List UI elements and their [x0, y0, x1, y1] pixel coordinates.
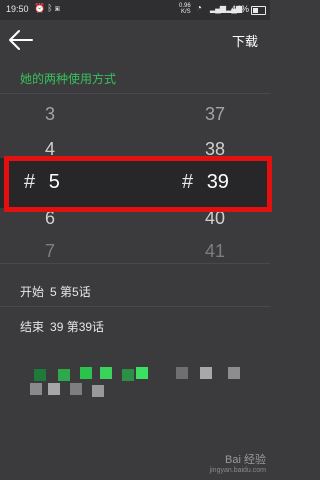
pixel-block — [34, 369, 46, 381]
divider — [0, 306, 270, 307]
left-picker-item[interactable]: 7 — [30, 241, 70, 262]
pixel-block — [58, 369, 70, 381]
status-notification-icons: ⏰ᛒ▣ — [34, 3, 62, 14]
pixel-block — [80, 367, 92, 379]
pixel-block — [228, 367, 240, 379]
watermark-brand: Bai 经验 — [225, 454, 266, 466]
app-bar: 下载 — [0, 20, 270, 60]
end-label: 结束 — [20, 320, 45, 334]
start-row: 开始 5 第5话 — [20, 283, 91, 300]
back-button[interactable] — [8, 28, 34, 52]
battery-icon — [251, 6, 266, 15]
pixel-block — [70, 383, 82, 395]
pixel-block — [48, 383, 60, 395]
network-speed: 0.96 K/S — [179, 3, 191, 15]
annotation-highlight-box — [4, 156, 272, 212]
divider — [0, 93, 270, 94]
divider — [0, 263, 270, 264]
end-row: 结束 39 第39话 — [20, 318, 104, 335]
right-picker-item[interactable]: 41 — [195, 241, 235, 262]
end-value: 39 第39话 — [50, 320, 105, 334]
alarm-icon: ⏰ — [34, 3, 48, 13]
wifi-icon: ◔ — [196, 3, 203, 14]
watermark-url: jingyan.baidu.com — [209, 467, 266, 474]
status-time: 19:50 — [6, 4, 29, 14]
bluetooth-icon: ᛒ — [47, 3, 55, 13]
status-bar: 19:50 ⏰ᛒ▣ 0.96 K/S ◔ ▂▄▆ ▂▄▆ 44% — [0, 0, 270, 20]
pixel-block — [100, 367, 112, 379]
pixel-block — [176, 367, 188, 379]
start-value: 5 第5话 — [50, 285, 91, 299]
pixel-block — [200, 367, 212, 379]
pixelated-region — [0, 345, 270, 405]
pixel-block — [122, 369, 134, 381]
back-arrow-icon — [9, 30, 33, 50]
pixel-block — [30, 383, 42, 395]
left-picker-item[interactable]: 3 — [30, 104, 70, 125]
app-notification-icon: ▣ — [54, 3, 63, 13]
right-picker-item[interactable]: 37 — [195, 104, 235, 125]
download-button[interactable]: 下载 — [232, 31, 258, 50]
pixel-block — [136, 367, 148, 379]
network-speed-unit: K/S — [181, 9, 191, 15]
section-title: 她的两种使用方式 — [20, 72, 117, 86]
watermark: Bai 经验 jingyan.baidu.com — [210, 451, 266, 474]
battery-percent: 44% — [231, 4, 250, 14]
pixel-block — [92, 385, 104, 397]
start-label: 开始 — [20, 285, 45, 299]
